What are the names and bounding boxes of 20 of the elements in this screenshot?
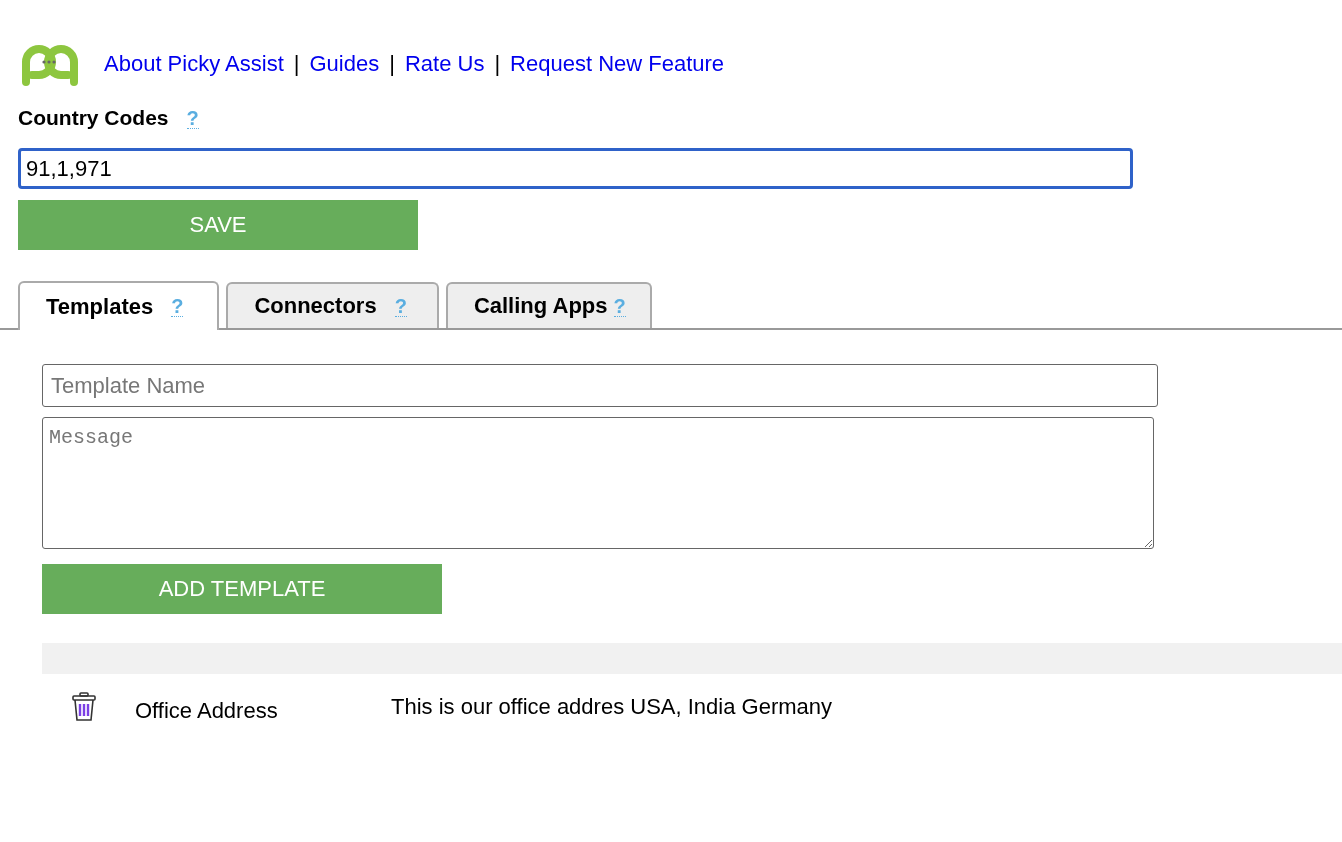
tab-label: Templates	[46, 293, 154, 320]
nav-link[interactable]: About Picky Assist	[104, 51, 284, 77]
nav-link[interactable]: Request New Feature	[510, 51, 725, 77]
separator: |	[389, 51, 395, 77]
template-name: Office Address	[135, 698, 279, 724]
tab-label: Calling Apps	[473, 293, 608, 319]
tab-label: Connectors	[254, 293, 377, 319]
template-message: This is our office addres USA, India Germany	[391, 694, 832, 720]
tab[interactable]: Templates ?	[18, 281, 220, 330]
trash-icon[interactable]	[70, 691, 98, 723]
separator: |	[293, 51, 300, 77]
field-label: Country Codes	[18, 106, 169, 130]
nav-link[interactable]: Rate Us	[404, 51, 485, 77]
separator: |	[494, 51, 501, 77]
template-name-field[interactable]: Template Name	[42, 364, 1158, 407]
nav-link[interactable]: Guides	[309, 51, 380, 77]
country-codes-field[interactable]: 91,1,971	[18, 148, 1133, 189]
tab[interactable]: Connectors ?	[226, 282, 439, 328]
message-field[interactable]: Message	[42, 417, 1154, 549]
tab[interactable]: Calling Apps ?	[445, 282, 652, 328]
